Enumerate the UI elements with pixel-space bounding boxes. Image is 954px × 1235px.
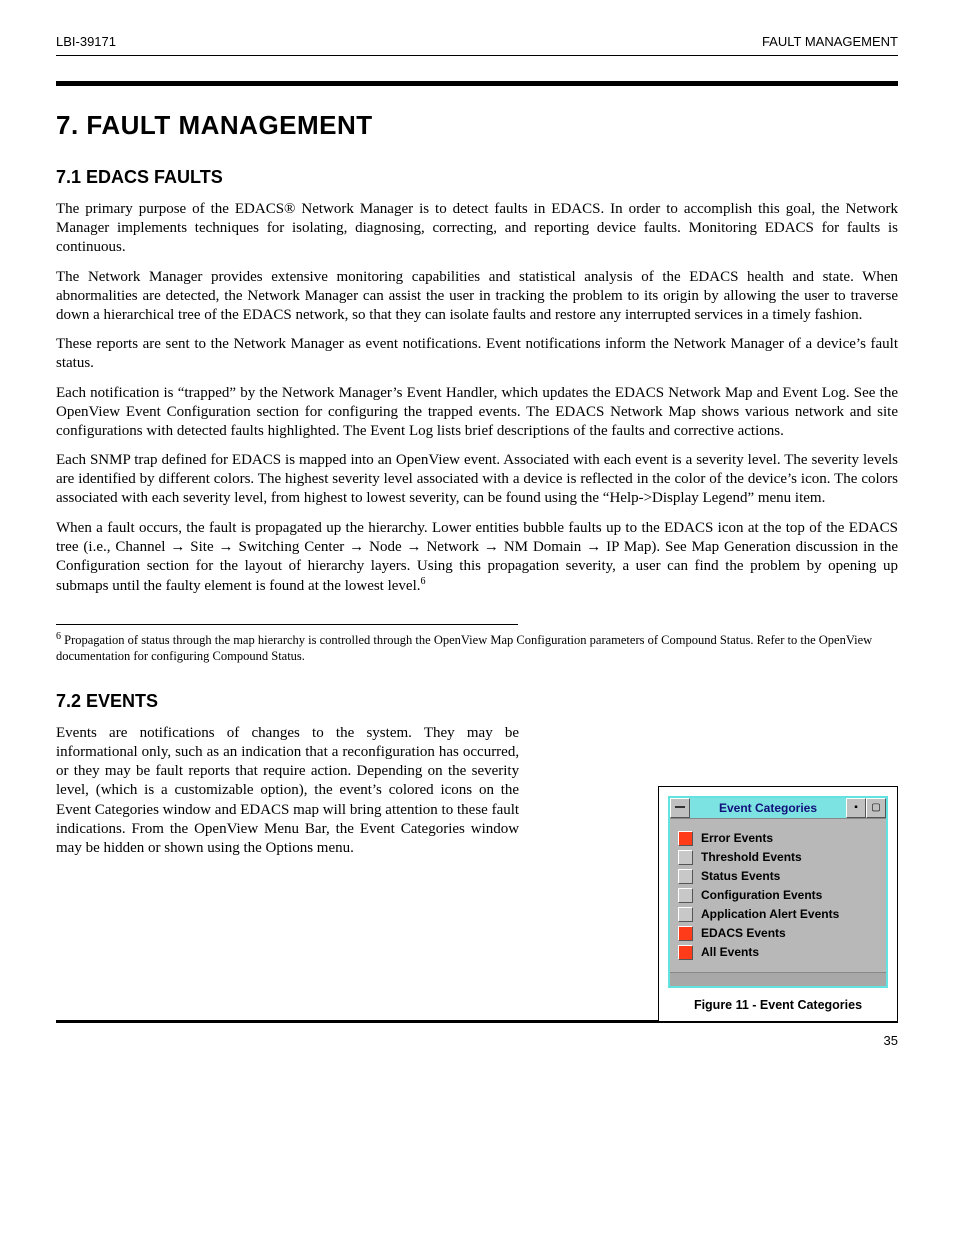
section-name: FAULT MANAGEMENT [762,34,898,49]
event-category-swatch [678,945,693,960]
page-number: 35 [884,1033,898,1048]
event-category-swatch [678,926,693,941]
section-events-heading: 7.2 EVENTS [56,691,898,712]
event-category-item[interactable]: EDACS Events [678,924,878,943]
event-category-label: Error Events [701,831,773,845]
faults-p2: The Network Manager provides extensive m… [56,268,898,326]
event-category-swatch [678,869,693,884]
event-category-swatch [678,888,693,903]
header-rule [56,55,898,56]
event-category-label: Configuration Events [701,888,822,902]
event-category-swatch [678,831,693,846]
system-menu-button[interactable] [670,798,690,818]
event-category-item[interactable]: Threshold Events [678,848,878,867]
event-categories-figure: Event Categories ▪ ▢ Error Events Thresho… [658,786,898,1022]
page-title: 7. FAULT MANAGEMENT [56,110,898,141]
footnote-rule [56,624,518,625]
figure-caption: Figure 11 - Event Categories [668,998,888,1012]
event-category-swatch [678,850,693,865]
event-categories-list: Error Events Threshold Events Status Event… [670,818,886,972]
faults-p1: The primary purpose of the EDACS® Networ… [56,200,898,258]
event-category-item[interactable]: Status Events [678,867,878,886]
section-faults-heading: 7.1 EDACS FAULTS [56,167,898,188]
footnote-marker: 6 [421,576,426,587]
events-p1: Events are notifications of changes to t… [56,724,519,858]
faults-p6: When a fault occurs, the fault is propag… [56,519,898,597]
header-thick-rule [56,81,898,86]
event-category-label: Threshold Events [701,850,802,864]
event-category-item[interactable]: Configuration Events [678,886,878,905]
doc-id: LBI-39171 [56,34,116,49]
minimize-button[interactable]: ▪ [846,798,866,818]
event-category-item[interactable]: Error Events [678,829,878,848]
footnote-text: 6 Propagation of status through the map … [56,631,898,664]
event-categories-window: Event Categories ▪ ▢ Error Events Thresho… [668,796,888,988]
dash-icon [675,806,685,808]
event-category-item[interactable]: All Events [678,943,878,962]
event-category-label: EDACS Events [701,926,786,940]
event-category-item[interactable]: Application Alert Events [678,905,878,924]
maximize-button[interactable]: ▢ [866,798,886,818]
window-statusbar [670,972,886,986]
faults-p4: Each notification is “trapped” by the Ne… [56,384,898,442]
event-category-swatch [678,907,693,922]
event-categories-title: Event Categories [690,798,846,818]
faults-p3: These reports are sent to the Network Ma… [56,335,898,373]
event-category-label: Application Alert Events [701,907,839,921]
event-category-label: Status Events [701,869,780,883]
faults-p5: Each SNMP trap defined for EDACS is mapp… [56,451,898,509]
event-category-label: All Events [701,945,759,959]
